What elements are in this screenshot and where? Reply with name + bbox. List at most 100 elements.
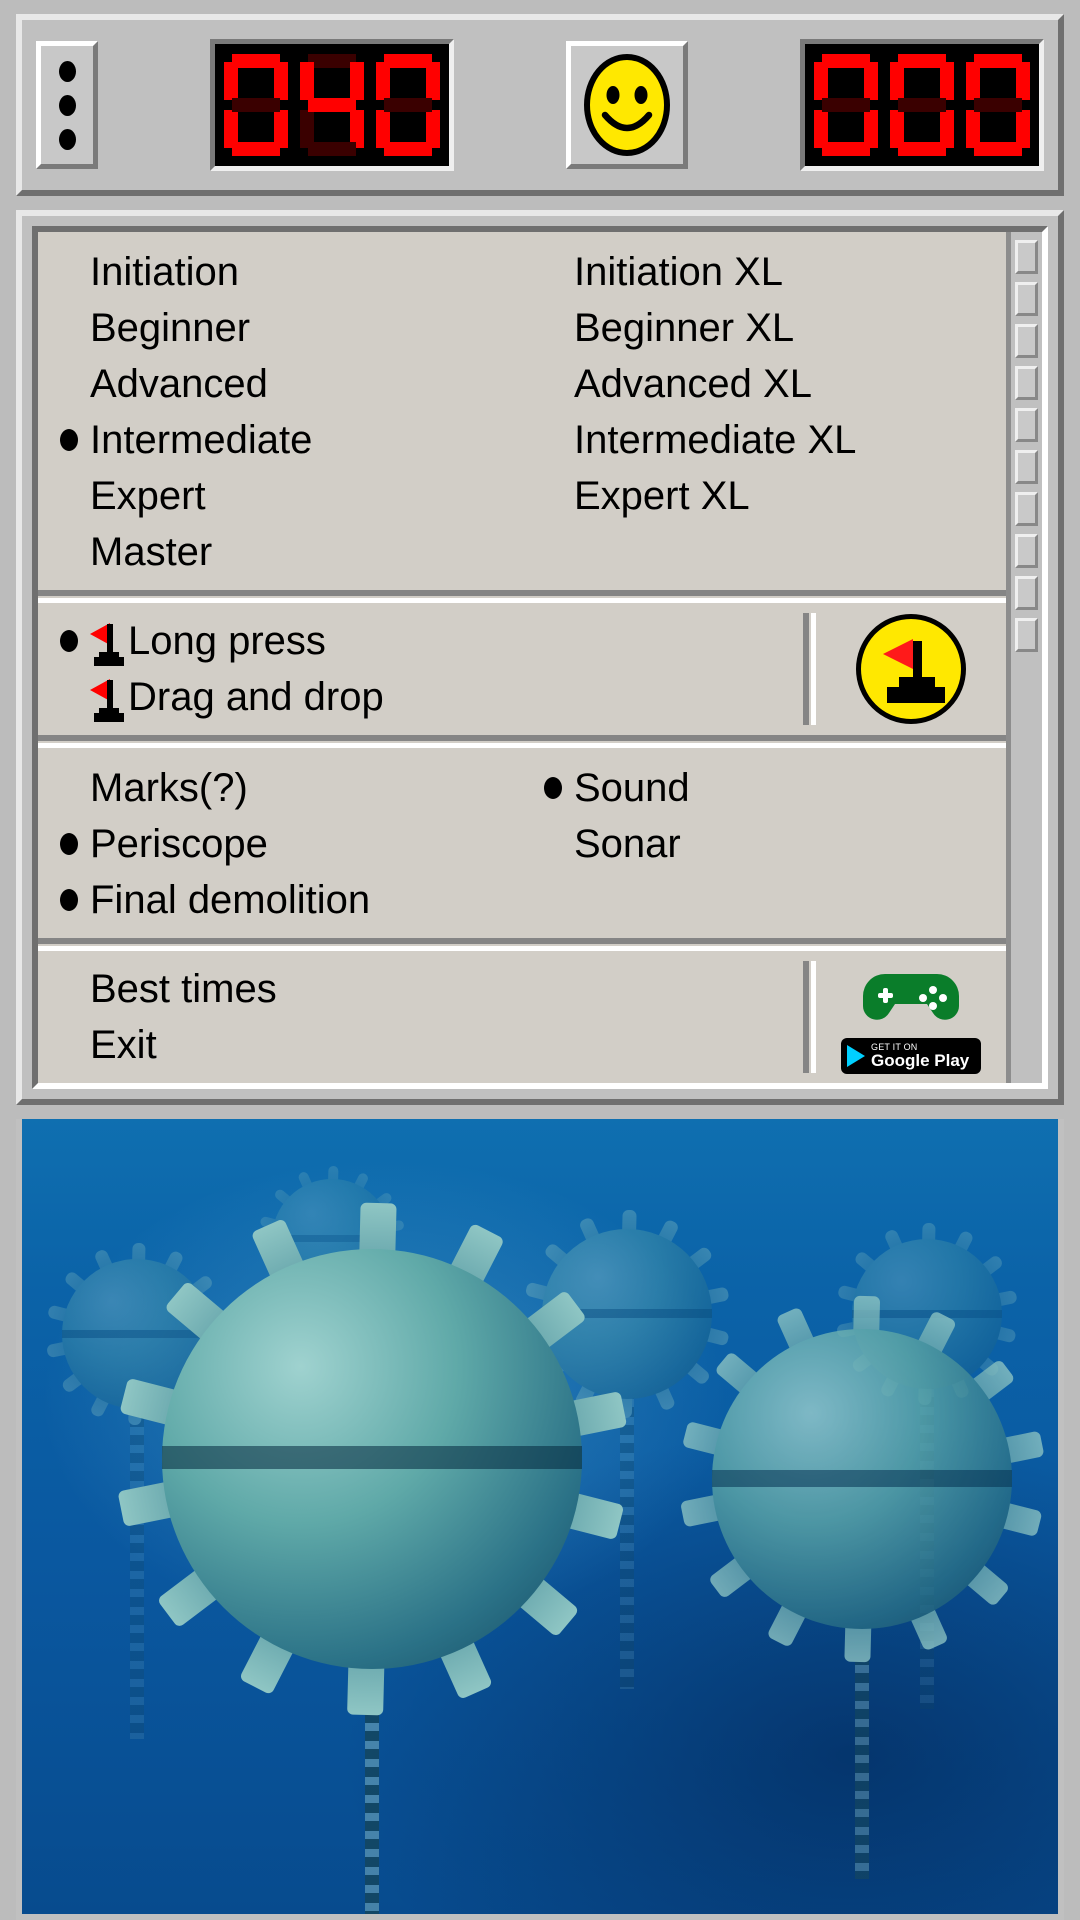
segment-g	[232, 98, 280, 112]
hero-image-wrap	[16, 1119, 1064, 1920]
vertical-divider	[803, 961, 816, 1073]
segment-g	[898, 98, 946, 112]
seven-segment-digit	[811, 51, 881, 159]
difficulty-option[interactable]: Beginner	[38, 300, 522, 356]
menu-item-label: Intermediate XL	[574, 417, 857, 462]
difficulty-option[interactable]: Beginner XL	[522, 300, 1006, 356]
menu-item-label: Long press	[128, 618, 326, 663]
mine-belt	[162, 1446, 582, 1470]
segment-d	[822, 142, 870, 156]
timer-display	[800, 39, 1044, 171]
segment-b	[274, 62, 288, 100]
menu-item-label: Sound	[574, 765, 690, 810]
scroll-notch[interactable]	[1015, 282, 1038, 316]
seven-segment-digit	[221, 51, 291, 159]
menu-item-label: Advanced XL	[574, 361, 812, 406]
menu-item-label: Sonar	[574, 821, 681, 866]
play-store-promo[interactable]: GET IT ON Google Play	[841, 960, 981, 1074]
segment-f	[814, 62, 828, 100]
smiley-face-icon	[584, 54, 670, 156]
segment-d	[384, 142, 432, 156]
gamepad-icon	[863, 974, 959, 1020]
menu-body: Initiation Initiation XL Beginner Beginner …	[38, 232, 1006, 1083]
store-cell[interactable]: GET IT ON Google Play	[816, 951, 1006, 1083]
difficulty-option[interactable]: Initiation	[38, 244, 522, 300]
option-toggle[interactable]: Sound	[522, 760, 1006, 816]
naval-mine	[680, 1295, 1044, 1889]
segment-g	[974, 98, 1022, 112]
bullet-dot-icon	[60, 630, 78, 652]
flag-mode-list: Long press Drag and drop	[38, 603, 803, 735]
options-grid: Marks(?) Sound Periscope Sonar Final demolit…	[38, 748, 1006, 938]
segment-e	[376, 110, 390, 148]
segment-g	[308, 98, 356, 112]
segment-b	[940, 62, 954, 100]
segment-a	[974, 54, 1022, 68]
flag-icon	[90, 678, 126, 722]
menu-item-label: Initiation XL	[574, 249, 784, 294]
seven-segment-digit	[887, 51, 957, 159]
flag-mode-option[interactable]: Long press	[38, 613, 803, 669]
mine-belt	[712, 1470, 1012, 1487]
selection-bullet	[60, 630, 90, 652]
option-toggle[interactable]: Sonar	[522, 816, 1006, 872]
kebab-menu-button[interactable]	[36, 41, 98, 169]
menu-item-label: Drag and drop	[128, 674, 384, 719]
menu-action[interactable]: Exit	[38, 1017, 803, 1073]
scroll-notch[interactable]	[1015, 492, 1038, 526]
scroll-notch[interactable]	[1015, 450, 1038, 484]
seven-segment-digit	[297, 51, 367, 159]
flag-badge-cell[interactable]	[816, 603, 1006, 735]
scroll-notch[interactable]	[1015, 240, 1038, 274]
segment-b	[864, 62, 878, 100]
difficulty-option[interactable]: Master	[38, 524, 522, 580]
flag-cloth-icon	[883, 639, 913, 669]
menu-action[interactable]: Best times	[38, 961, 803, 1017]
menu-item-label: Final demolition	[90, 877, 371, 922]
option-toggle[interactable]: Final demolition	[38, 872, 522, 928]
segment-f	[376, 62, 390, 100]
scroll-notch[interactable]	[1015, 366, 1038, 400]
segment-d	[232, 142, 280, 156]
flag-badge-icon[interactable]	[856, 614, 966, 724]
kebab-menu-icon	[58, 128, 76, 150]
difficulty-option[interactable]: Advanced	[38, 356, 522, 412]
difficulty-option	[522, 524, 1006, 580]
scroll-notch[interactable]	[1015, 408, 1038, 442]
segment-b	[1016, 62, 1030, 100]
flag-pole-icon	[913, 641, 922, 681]
face-reset-button[interactable]	[566, 41, 688, 169]
selection-bullet	[544, 777, 574, 799]
segment-a	[384, 54, 432, 68]
option-toggle	[522, 872, 1006, 928]
difficulty-option[interactable]: Expert	[38, 468, 522, 524]
option-toggle[interactable]: Periscope	[38, 816, 522, 872]
difficulty-grid: Initiation Initiation XL Beginner Beginner …	[38, 232, 1006, 590]
segment-d	[898, 142, 946, 156]
flag-icon	[90, 622, 126, 666]
flag-mode-option[interactable]: Drag and drop	[38, 669, 803, 725]
scroll-notch[interactable]	[1015, 534, 1038, 568]
bullet-dot-icon	[60, 429, 78, 451]
difficulty-option[interactable]: Advanced XL	[522, 356, 1006, 412]
google-play-icon	[847, 1045, 865, 1067]
scroll-notch[interactable]	[1015, 324, 1038, 358]
difficulty-option[interactable]: Intermediate XL	[522, 412, 1006, 468]
segment-d	[974, 142, 1022, 156]
seven-segment-digit	[963, 51, 1033, 159]
segment-f	[890, 62, 904, 100]
difficulty-option[interactable]: Initiation XL	[522, 244, 1006, 300]
menu-item-label: Beginner XL	[574, 305, 795, 350]
scroll-notch[interactable]	[1015, 618, 1038, 652]
menu-panel: Initiation Initiation XL Beginner Beginner …	[16, 210, 1064, 1105]
menu-item-label: Expert	[90, 473, 206, 518]
menu-item-label: Periscope	[90, 821, 268, 866]
menu-item-label: Intermediate	[90, 417, 313, 462]
google-play-badge[interactable]: GET IT ON Google Play	[841, 1038, 981, 1074]
difficulty-option[interactable]: Expert XL	[522, 468, 1006, 524]
naval-mine	[117, 1202, 627, 1914]
scroll-rail[interactable]	[1006, 232, 1042, 1083]
scroll-notch[interactable]	[1015, 576, 1038, 610]
difficulty-option[interactable]: Intermediate	[38, 412, 522, 468]
option-toggle[interactable]: Marks(?)	[38, 760, 522, 816]
